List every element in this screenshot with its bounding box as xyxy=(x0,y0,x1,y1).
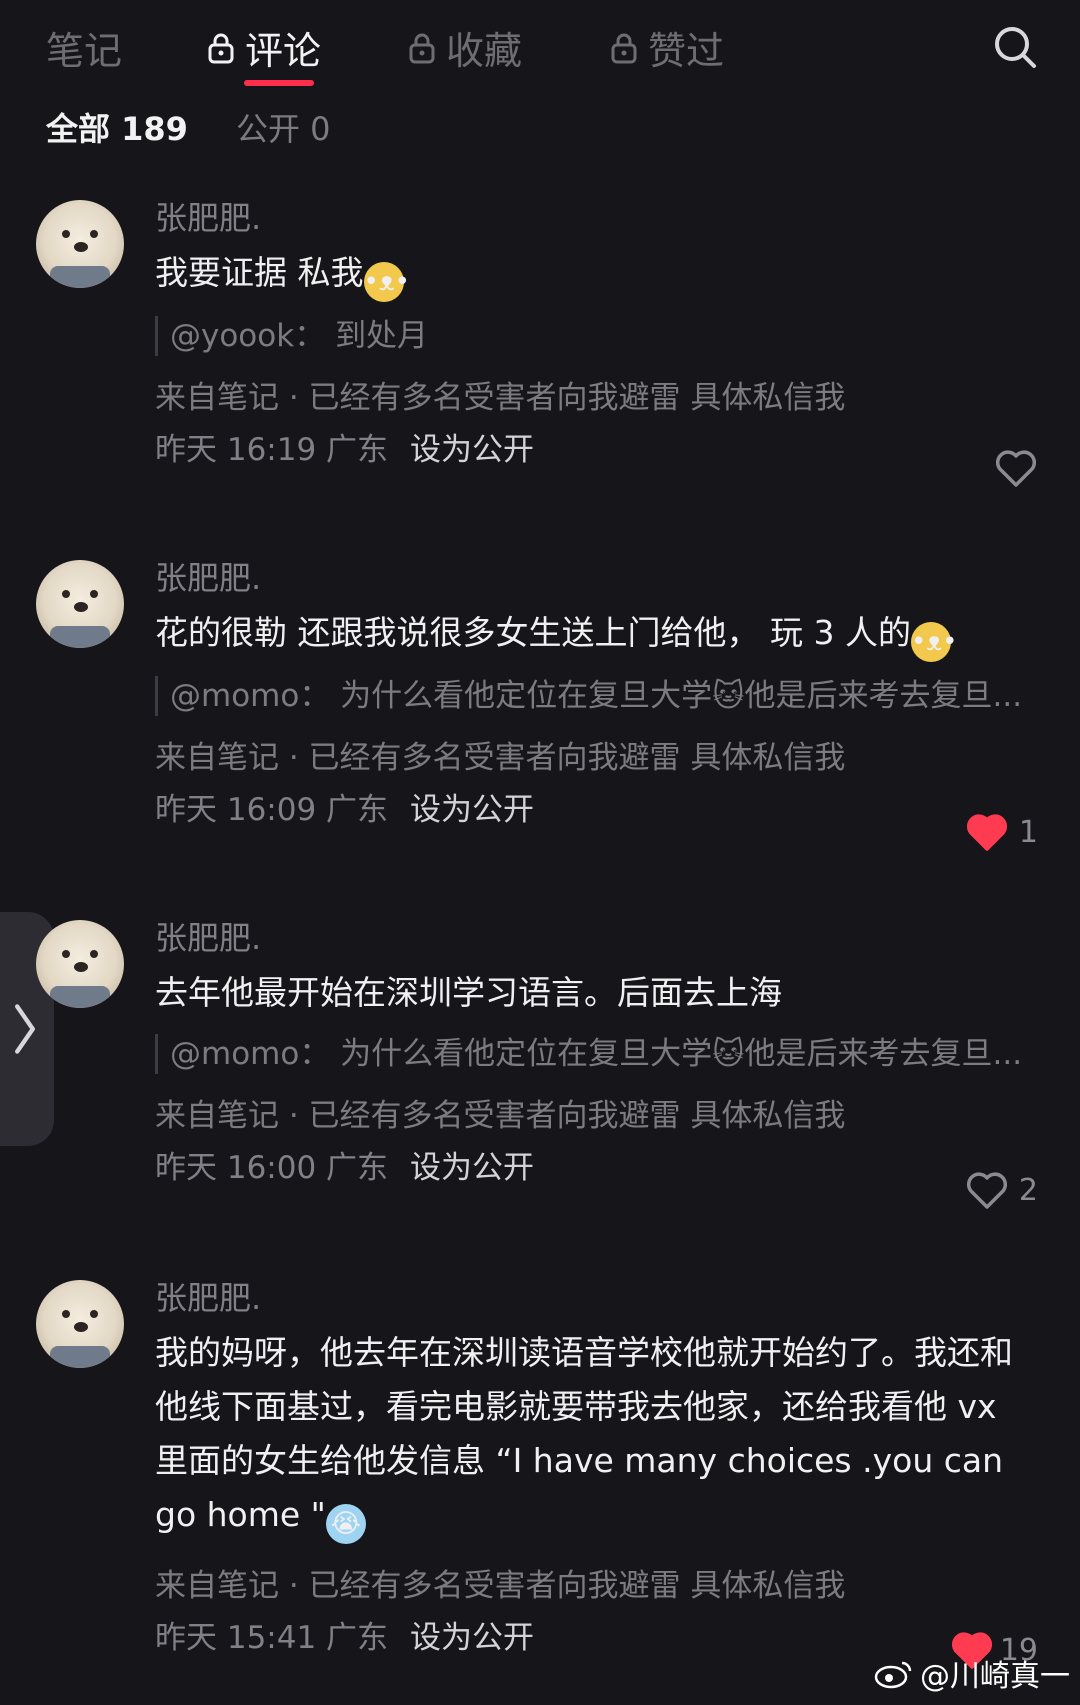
lock-icon xyxy=(208,33,234,63)
tab-liked[interactable]: 赞过 xyxy=(610,20,724,75)
tab-bar: 笔记 评论 收藏 赞过 xyxy=(0,0,1080,92)
quote-user: @momo： xyxy=(170,678,331,714)
quote-text: 到处月 xyxy=(335,318,429,354)
comment-source[interactable]: 来自笔记 · 已经有多名受害者向我避雷 具体私信我 xyxy=(155,376,1035,420)
quoted-reply[interactable]: @momo： 为什么看他定位在复旦大学🐱他是后来考去复旦... xyxy=(155,676,1035,716)
chevron-right-icon xyxy=(15,1004,35,1054)
lock-icon xyxy=(611,33,637,63)
comment-source[interactable]: 来自笔记 · 已经有多名受害者向我避雷 具体私信我 xyxy=(155,736,1035,780)
comment-time: 昨天 16:00 广东 xyxy=(155,1150,389,1186)
comment-text: 我要证据 私我 xyxy=(155,253,364,292)
comment-meta: 昨天 16:19 广东 设为公开 xyxy=(155,428,1035,472)
tab-favorites[interactable]: 收藏 xyxy=(408,20,522,75)
quoted-reply[interactable]: @yoook： 到处月 xyxy=(155,316,1035,356)
avatar[interactable] xyxy=(36,200,124,288)
like-count: 2 xyxy=(1018,1172,1038,1208)
tab-comments[interactable]: 评论 xyxy=(207,20,321,75)
quote-text: 为什么看他定位在复旦大学🐱他是后来考去复旦... xyxy=(340,678,1023,714)
quote-text: 为什么看他定位在复旦大学🐱他是后来考去复旦... xyxy=(340,1036,1023,1072)
avatar[interactable] xyxy=(36,560,124,648)
filter-public[interactable]: 公开 0 xyxy=(236,104,331,150)
quote-user: @momo： xyxy=(170,1036,331,1072)
like-button[interactable]: 1 xyxy=(965,812,1038,852)
active-tab-indicator xyxy=(244,80,314,86)
comment-text: 花的很勒 还跟我说很多女生送上门给他， 玩 3 人的 xyxy=(155,613,911,652)
comment-meta: 昨天 16:09 广东 设为公开 xyxy=(155,788,1035,832)
comment-meta: 昨天 16:00 广东 设为公开 xyxy=(155,1146,1035,1190)
set-public-button[interactable]: 设为公开 xyxy=(410,1620,534,1656)
comment-filter-bar: 全部 189 公开 0 xyxy=(0,100,1080,150)
tab-label: 赞过 xyxy=(648,29,725,73)
comment-author[interactable]: 张肥肥. xyxy=(155,556,1035,600)
comment-time: 昨天 16:09 广东 xyxy=(155,792,389,828)
watermark: @川崎真一 xyxy=(874,1651,1070,1695)
comment-source[interactable]: 来自笔记 · 已经有多名受害者向我避雷 具体私信我 xyxy=(155,1564,1035,1608)
lock-icon xyxy=(409,33,435,63)
avatar[interactable] xyxy=(36,1280,124,1368)
comment-text: 我的妈呀，他去年在深圳读语音学校他就开始约了。我还和他线下面基过，看完电影就要带… xyxy=(155,1333,1013,1534)
tab-label: 评论 xyxy=(245,29,322,73)
set-public-button[interactable]: 设为公开 xyxy=(410,1150,534,1186)
quoted-reply[interactable]: @momo： 为什么看他定位在复旦大学🐱他是后来考去复旦... xyxy=(155,1034,1035,1074)
tab-notes[interactable]: 笔记 xyxy=(46,20,122,75)
heart-outline-icon xyxy=(966,1172,1007,1209)
tab-label: 笔记 xyxy=(46,29,123,73)
emoji-icon: •ᴥ• xyxy=(363,262,410,302)
crying-emoji-icon: 😭 xyxy=(325,1504,366,1544)
set-public-button[interactable]: 设为公开 xyxy=(410,432,534,468)
like-button[interactable]: 2 xyxy=(965,1170,1038,1210)
filter-all[interactable]: 全部 189 xyxy=(46,104,188,150)
watermark-text: @川崎真一 xyxy=(920,1659,1070,1694)
comment-time: 昨天 16:19 广东 xyxy=(155,432,389,468)
comment-time: 昨天 15:41 广东 xyxy=(155,1620,389,1656)
heart-outline-icon xyxy=(995,450,1037,487)
tab-label: 收藏 xyxy=(446,29,523,73)
comment-author[interactable]: 张肥肥. xyxy=(155,916,1035,960)
comment-author[interactable]: 张肥肥. xyxy=(155,1276,1035,1320)
like-count: 1 xyxy=(1018,814,1038,850)
quote-user: @yoook： xyxy=(170,318,326,354)
comment-author[interactable]: 张肥肥. xyxy=(155,196,1035,240)
emoji-icon: •ᴥ• xyxy=(910,622,957,662)
search-icon[interactable] xyxy=(992,24,1038,70)
like-button[interactable] xyxy=(994,448,1038,488)
weibo-logo-icon xyxy=(874,1661,912,1689)
comment-source[interactable]: 来自笔记 · 已经有多名受害者向我避雷 具体私信我 xyxy=(155,1094,1035,1138)
avatar[interactable] xyxy=(36,920,124,1008)
heart-filled-icon xyxy=(966,814,1007,851)
set-public-button[interactable]: 设为公开 xyxy=(410,792,534,828)
comment-text: 去年他最开始在深圳学习语言。后面去上海 xyxy=(155,973,782,1012)
